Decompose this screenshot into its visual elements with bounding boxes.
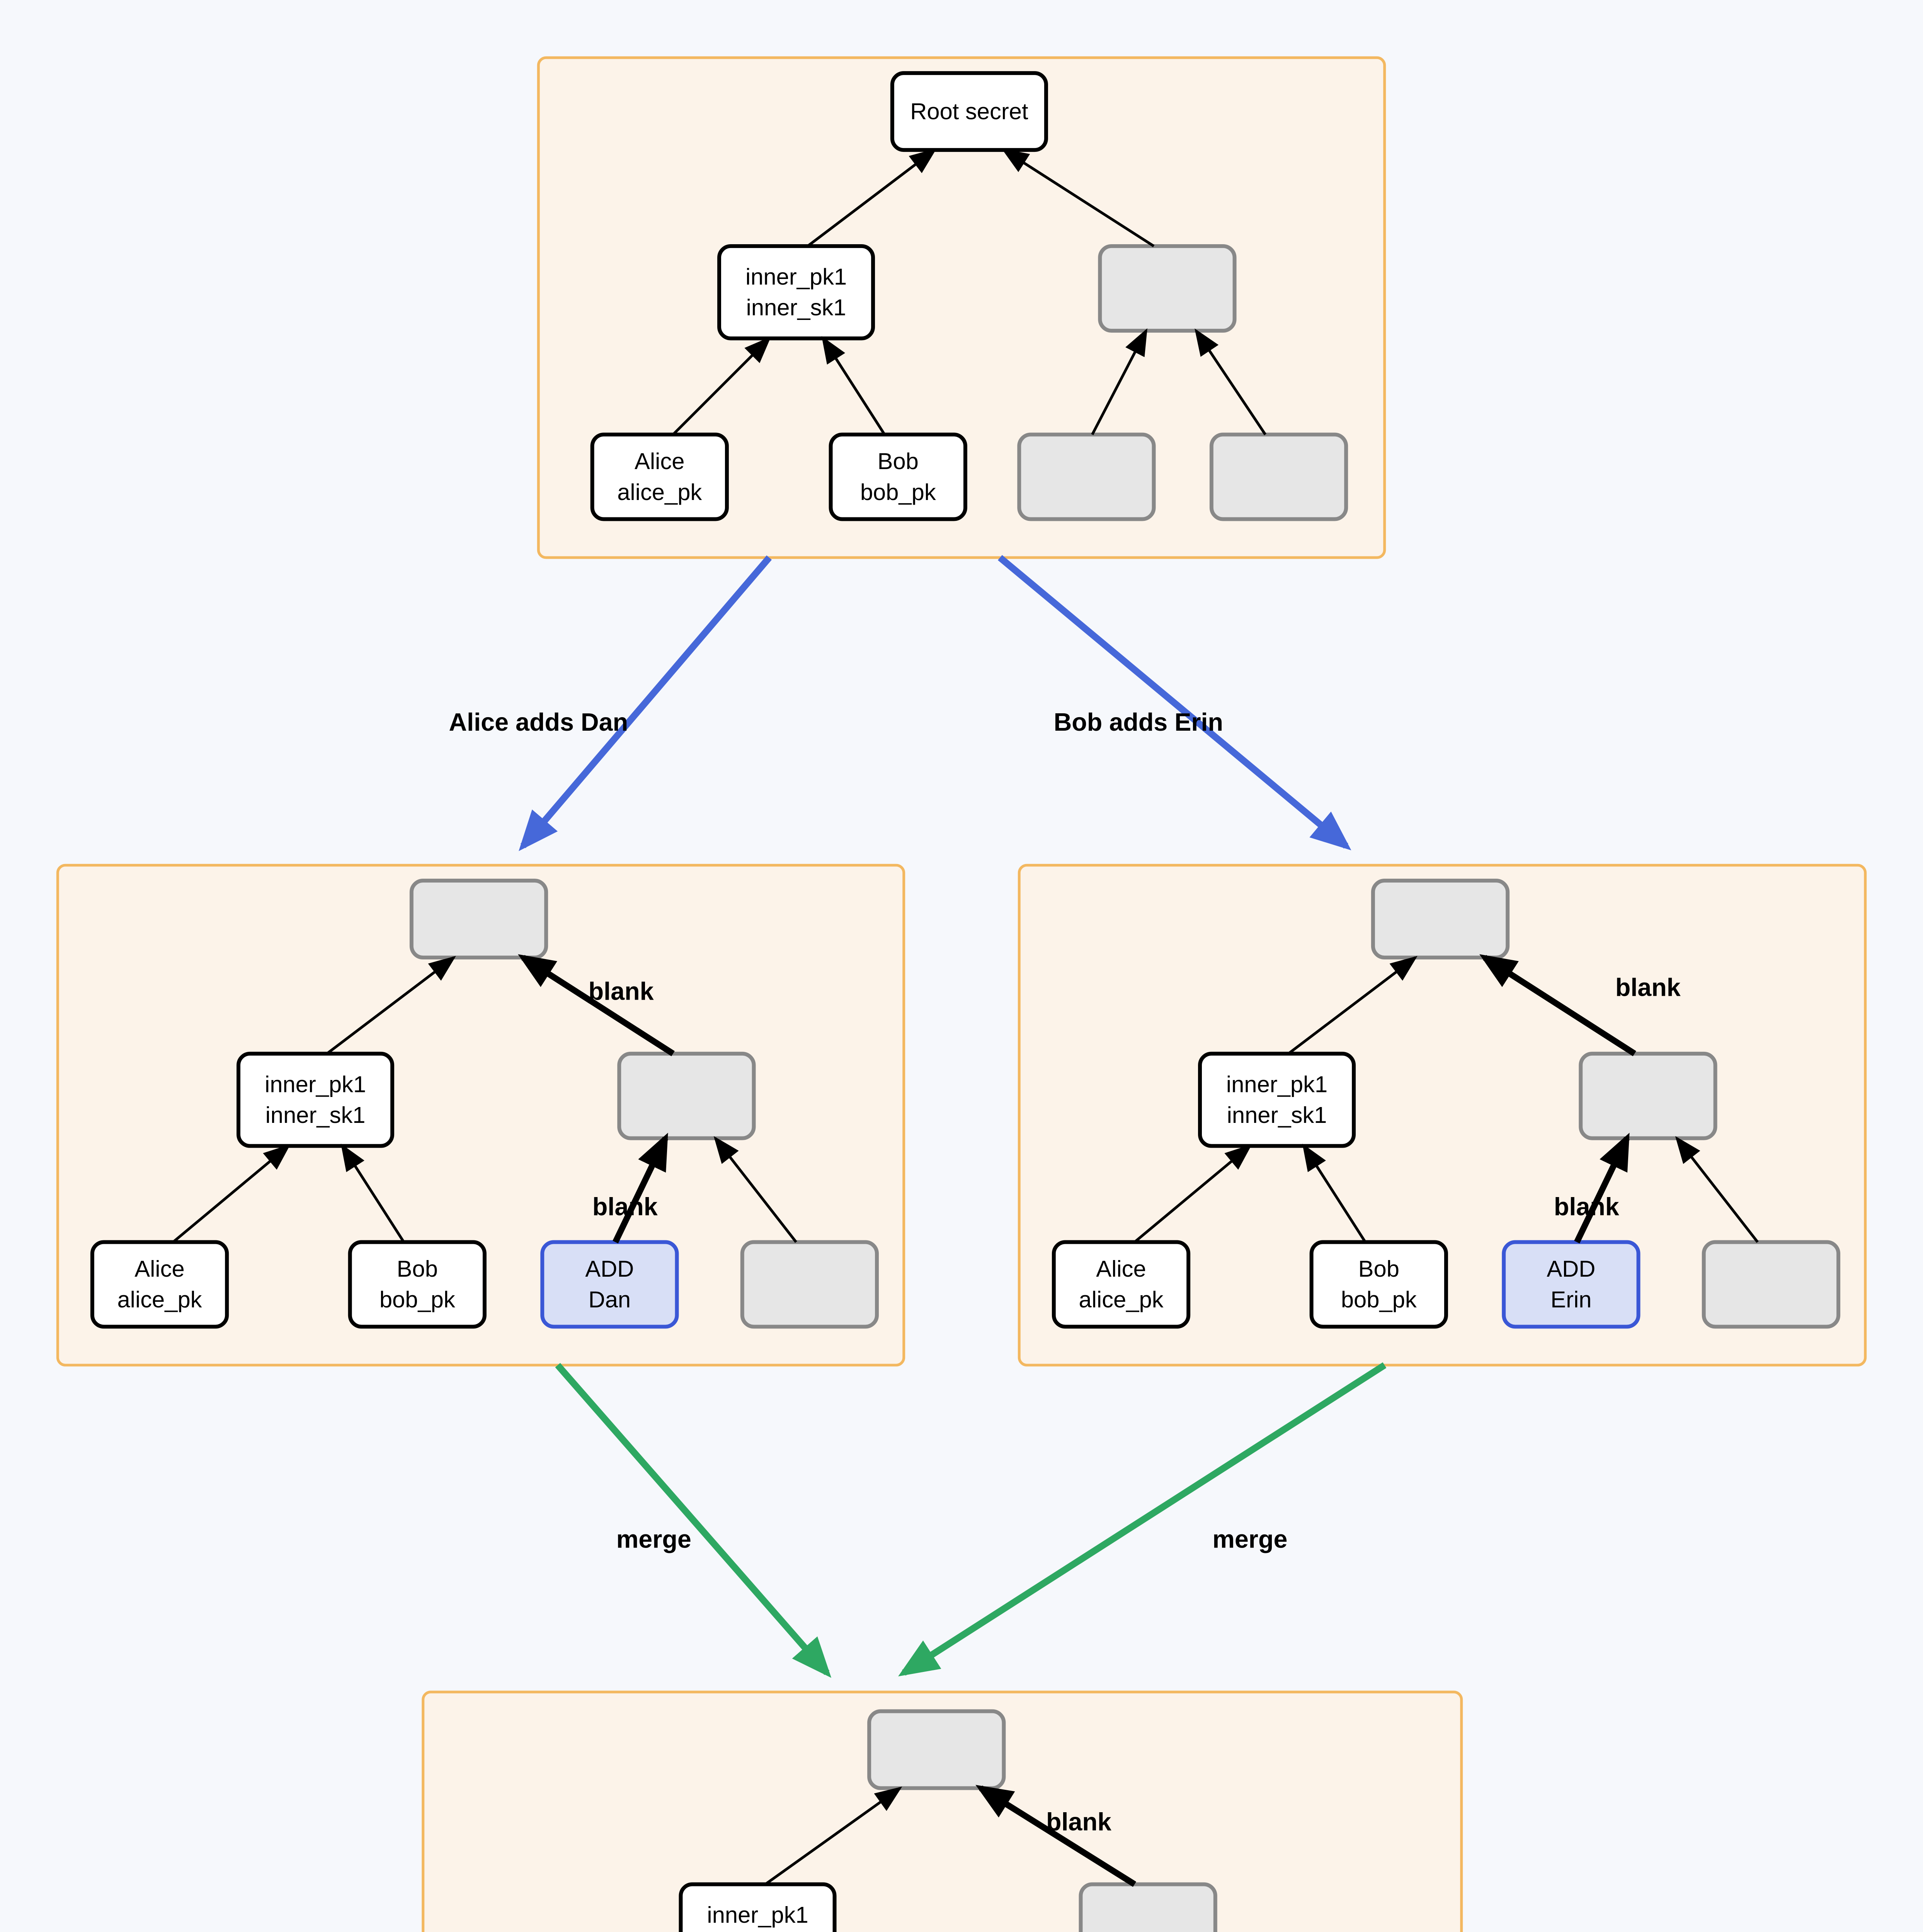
node-add-dan-left: ADD Dan <box>542 1242 677 1327</box>
diagram-canvas: Root secret inner_pk1 inner_sk1 Alice al… <box>0 0 1923 1932</box>
label-blank-left-upper: blank <box>589 977 654 1005</box>
label-bob-left-l2: bob_pk <box>379 1287 455 1313</box>
label-add-erin-l2: Erin <box>1550 1287 1591 1313</box>
panel-bottom: inner_pk1 inner_sk1 Alice alice_pk Bob b… <box>423 1692 1462 1932</box>
node-grey-leaf-left-4 <box>742 1242 877 1327</box>
node-inner-grey-bottom-right <box>1081 1884 1215 1932</box>
label-alice-left-l2: alice_pk <box>117 1287 202 1313</box>
arrow-merge-left <box>558 1365 827 1673</box>
node-root-left <box>412 881 546 957</box>
label-inner1-right-l1: inner_pk1 <box>1226 1071 1327 1097</box>
panel-right: inner_pk1 inner_sk1 Alice alice_pk Bob b… <box>1019 865 1865 1365</box>
node-inner-grey-right-right <box>1581 1054 1715 1138</box>
node-alice-top: Alice alice_pk <box>592 435 727 519</box>
label-alice-left-l1: Alice <box>134 1256 184 1282</box>
label-bob-top-l2: bob_pk <box>860 479 936 505</box>
node-inner1-left: inner_pk1 inner_sk1 <box>238 1054 392 1146</box>
label-bob-right-l2: bob_pk <box>1341 1287 1417 1313</box>
label-inner1-left-l1: inner_pk1 <box>265 1071 366 1097</box>
label-bob-top-l1: Bob <box>878 448 919 474</box>
node-root-right <box>1373 881 1508 957</box>
label-alice-top-l2: alice_pk <box>617 479 702 505</box>
node-grey-leaf-right-4 <box>1704 1242 1838 1327</box>
node-root-bottom <box>869 1711 1004 1788</box>
label-add-dan-l2: Dan <box>589 1287 631 1313</box>
node-root-secret: Root secret <box>892 73 1046 150</box>
node-bob-left: Bob bob_pk <box>350 1242 485 1327</box>
node-inner-grey-left-right <box>619 1054 754 1138</box>
arrow-alice-adds-dan <box>523 558 769 846</box>
label-blank-right-upper: blank <box>1615 973 1681 1002</box>
label-inner1-bottom-l1: inner_pk1 <box>707 1902 808 1928</box>
label-blank-left-lower: blank <box>592 1192 658 1221</box>
panel-left: inner_pk1 inner_sk1 Alice alice_pk Bob b… <box>58 865 904 1365</box>
node-alice-left: Alice alice_pk <box>92 1242 227 1327</box>
label-alice-top-l1: Alice <box>635 448 684 474</box>
label-bob-right-l1: Bob <box>1358 1256 1399 1282</box>
label-inner1-top-l2: inner_sk1 <box>746 294 846 320</box>
label-inner1-left-l2: inner_sk1 <box>265 1102 366 1128</box>
label-merge-right: merge <box>1212 1525 1287 1553</box>
label-alice-right-l1: Alice <box>1096 1256 1146 1282</box>
label-blank-bottom-upper: blank <box>1046 1808 1112 1836</box>
node-grey-leaf-top-3 <box>1019 435 1154 519</box>
node-bob-right: Bob bob_pk <box>1312 1242 1446 1327</box>
node-grey-leaf-top-4 <box>1212 435 1346 519</box>
node-inner-grey-top-right <box>1100 246 1234 331</box>
label-bob-adds-erin: Bob adds Erin <box>1054 708 1223 736</box>
panel-top: Root secret inner_pk1 inner_sk1 Alice al… <box>538 58 1384 558</box>
label-alice-right-l2: alice_pk <box>1079 1287 1163 1313</box>
label-merge-left: merge <box>616 1525 691 1553</box>
node-inner1-bottom: inner_pk1 inner_sk1 <box>681 1884 835 1932</box>
node-alice-right: Alice alice_pk <box>1054 1242 1188 1327</box>
arrow-merge-right <box>904 1365 1385 1673</box>
label-inner1-top-l1: inner_pk1 <box>745 264 847 289</box>
label-bob-left-l1: Bob <box>397 1256 438 1282</box>
label-inner1-right-l2: inner_sk1 <box>1227 1102 1327 1128</box>
node-bob-top: Bob bob_pk <box>831 435 965 519</box>
label-add-erin-l1: ADD <box>1547 1256 1595 1282</box>
label-root-secret: Root secret <box>910 99 1028 124</box>
node-add-erin-right: ADD Erin <box>1504 1242 1638 1327</box>
node-inner1-top: inner_pk1 inner_sk1 <box>719 246 873 338</box>
node-inner1-right: inner_pk1 inner_sk1 <box>1200 1054 1354 1146</box>
arrow-bob-adds-erin <box>1000 558 1346 846</box>
label-alice-adds-dan: Alice adds Dan <box>449 708 628 736</box>
label-blank-right-lower: blank <box>1554 1192 1620 1221</box>
label-add-dan-l1: ADD <box>585 1256 634 1282</box>
